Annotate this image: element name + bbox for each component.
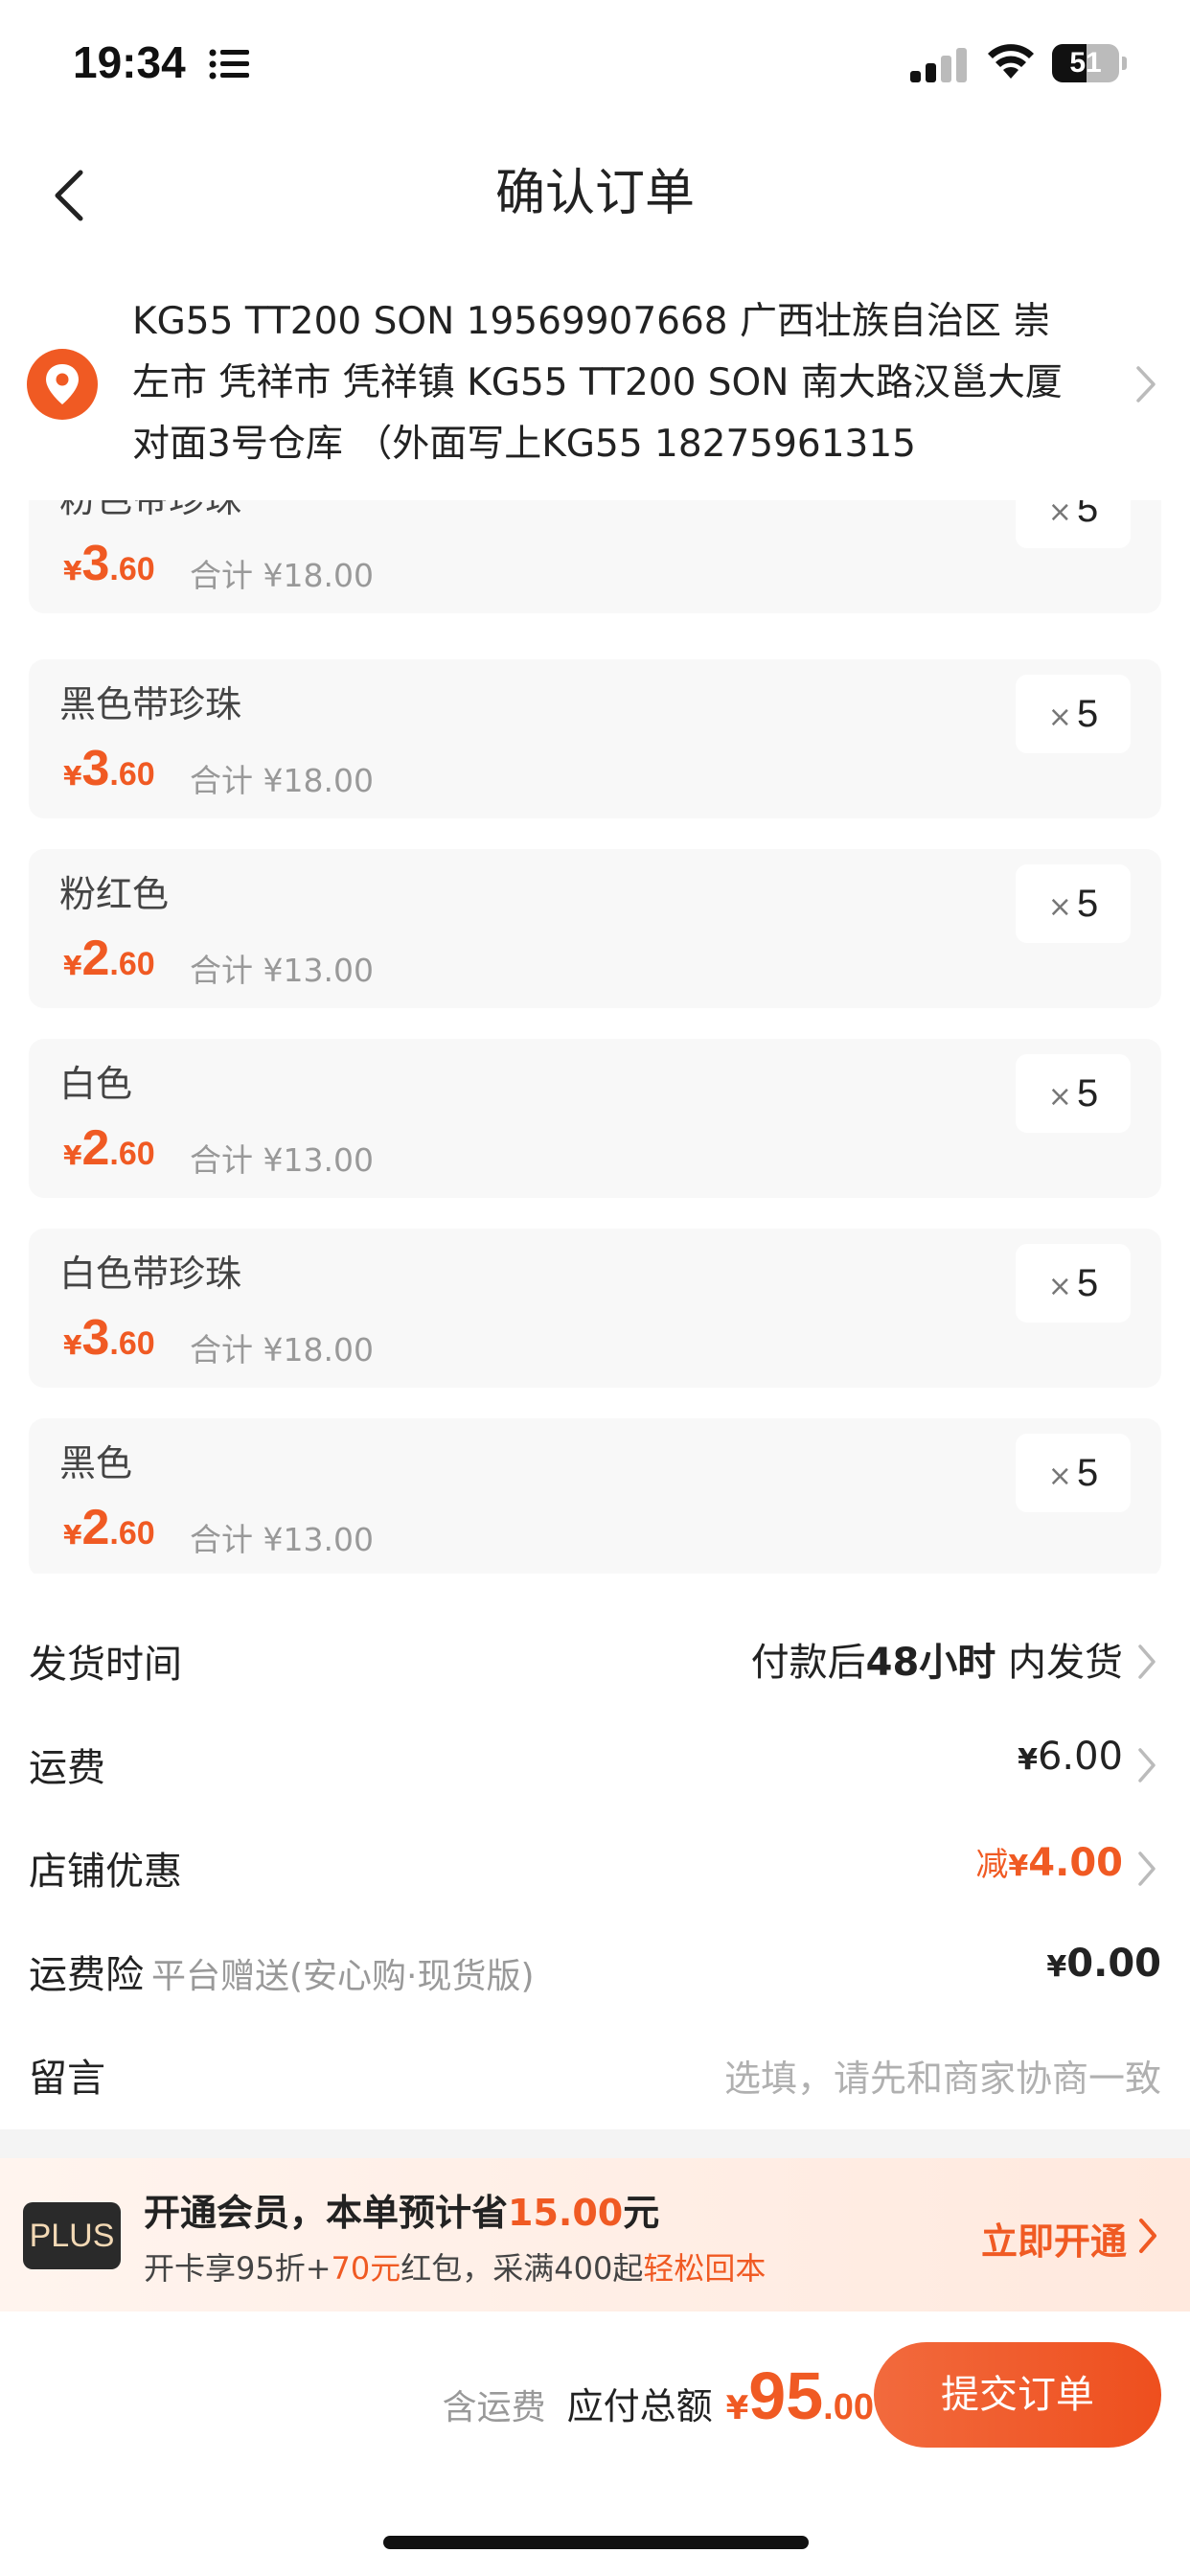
order-item: 黑色 ¥2.60 合计 ¥13.00 × 5 — [29, 1418, 1161, 1574]
shipping-time-row[interactable]: 发货时间 付款后48小时 内发货 — [0, 1610, 1190, 1714]
item-name: 黑色 — [59, 1442, 133, 1484]
message-row[interactable]: 留言 选填，请先和商家协商一致 — [0, 2024, 1190, 2128]
order-item: 白色 ¥2.60 合计 ¥13.00 × 5 — [29, 1039, 1161, 1198]
shipping-time-value: 付款后48小时 内发货 — [750, 1641, 1123, 1685]
item-price: ¥2.60 — [63, 1120, 155, 1176]
freight-label: 运费 — [29, 1746, 105, 1790]
freight-row[interactable]: 运费 ¥6.00 — [0, 1714, 1190, 1817]
item-quantity[interactable]: × 5 — [1016, 1244, 1131, 1322]
item-name: 白色 — [59, 1063, 133, 1105]
message-input[interactable]: 选填，请先和商家协商一致 — [724, 2049, 1161, 2102]
item-quantity[interactable]: × 5 — [1016, 1054, 1131, 1133]
total-amount: 含运费 应付总额 ¥95.00 — [442, 2358, 874, 2433]
order-item: 黑色带珍珠 ¥3.60 合计 ¥18.00 × 5 — [29, 659, 1161, 818]
status-bar: 19:34 51 — [0, 0, 1190, 129]
section-divider — [0, 2129, 1190, 2158]
item-quantity[interactable]: × 5 — [1016, 864, 1131, 943]
chevron-right-icon[interactable] — [1134, 364, 1157, 404]
shipping-time-label: 发货时间 — [29, 1643, 182, 1687]
item-price: ¥2.60 — [63, 1500, 155, 1555]
item-price: ¥3.60 — [63, 536, 155, 591]
item-quantity[interactable]: × 5 — [1016, 675, 1131, 753]
battery-level-text: 51 — [1069, 47, 1102, 79]
freight-insurance-label: 运费险 平台赠送(安心购·现货版) — [29, 1953, 535, 1997]
item-quantity[interactable]: × 5 — [1016, 500, 1131, 548]
address-text: KG55 TT200 SON 19569907668 广西壮族自治区 崇左市 凭… — [132, 300, 1063, 466]
store-discount-value: 减¥4.00 — [975, 1841, 1123, 1885]
chevron-right-icon — [1139, 2219, 1156, 2253]
item-name: 黑色带珍珠 — [59, 683, 242, 725]
message-label: 留言 — [29, 2057, 105, 2101]
order-item: 粉色带珍珠 ¥3.60 合计 ¥18.00 × 5 — [29, 500, 1161, 613]
order-items-list[interactable]: 粉色带珍珠 ¥3.60 合计 ¥18.00 × 5 黑色带珍珠 ¥3.60 合计… — [0, 500, 1190, 1574]
item-subtotal: 合计 ¥18.00 — [190, 557, 374, 594]
item-price: ¥3.60 — [63, 1310, 155, 1366]
chevron-right-icon — [1138, 1748, 1156, 1782]
store-discount-label: 店铺优惠 — [29, 1850, 182, 1894]
chevron-right-icon — [1138, 1852, 1156, 1886]
signal-icon — [910, 48, 967, 82]
plus-logo: PLUS — [23, 2202, 121, 2269]
item-name: 白色带珍珠 — [59, 1253, 242, 1295]
item-price: ¥2.60 — [63, 931, 155, 986]
plus-description: 开卡享95折+70元红包，采满400起轻松回本 — [144, 2250, 767, 2287]
item-subtotal: 合计 ¥18.00 — [190, 1331, 374, 1368]
location-pin-icon — [27, 349, 98, 420]
home-indicator[interactable] — [383, 2536, 809, 2549]
chevron-right-icon — [1138, 1644, 1156, 1679]
plus-membership-banner[interactable]: PLUS 开通会员，本单预计省15.00元 开卡享95折+70元红包，采满400… — [0, 2158, 1190, 2312]
item-subtotal: 合计 ¥18.00 — [190, 762, 374, 799]
total-note: 含运费 — [442, 2388, 546, 2427]
battery-icon: 51 — [1052, 44, 1127, 82]
status-time: 19:34 — [73, 37, 186, 87]
plus-title: 开通会员，本单预计省15.00元 — [144, 2192, 660, 2234]
order-item: 粉红色 ¥2.60 合计 ¥13.00 × 5 — [29, 849, 1161, 1008]
item-price: ¥3.60 — [63, 741, 155, 796]
item-subtotal: 合计 ¥13.00 — [190, 1521, 374, 1558]
item-name: 粉色带珍珠 — [59, 500, 241, 522]
item-quantity[interactable]: × 5 — [1016, 1434, 1131, 1512]
freight-value: ¥6.00 — [1018, 1735, 1123, 1779]
list-icon — [209, 49, 249, 80]
page-title: 确认订单 — [494, 165, 695, 222]
wifi-icon — [988, 44, 1034, 79]
freight-insurance-row: 运费险 平台赠送(安心购·现货版) ¥0.00 — [0, 1920, 1190, 2024]
item-subtotal: 合计 ¥13.00 — [190, 952, 374, 989]
submit-order-button[interactable]: 提交订单 — [874, 2342, 1161, 2448]
order-item: 白色带珍珠 ¥3.60 合计 ¥18.00 × 5 — [29, 1229, 1161, 1388]
total-label: 应付总额 — [566, 2385, 713, 2427]
freight-insurance-sub: 平台赠送(安心购·现货版) — [151, 1957, 535, 1996]
store-discount-row[interactable]: 店铺优惠 减¥4.00 — [0, 1817, 1190, 1920]
item-subtotal: 合计 ¥13.00 — [190, 1141, 374, 1179]
plus-open-button[interactable]: 立即开通 — [981, 2212, 1127, 2265]
freight-insurance-value: ¥0.00 — [1046, 1942, 1161, 1986]
item-name: 粉红色 — [59, 873, 170, 915]
